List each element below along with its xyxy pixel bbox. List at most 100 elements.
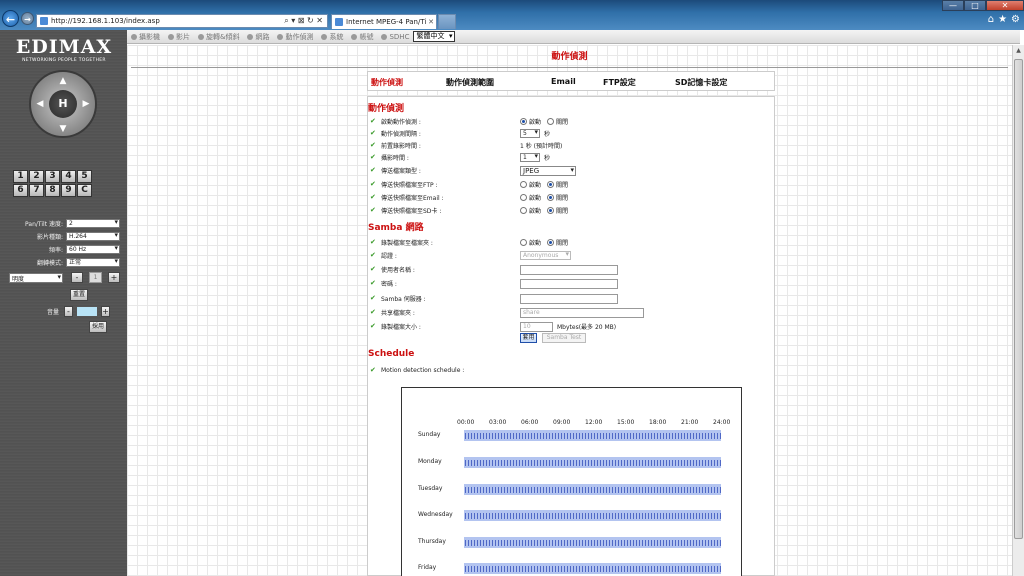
minimize-button[interactable]: — (942, 0, 964, 11)
forward-arrow-icon[interactable]: → (21, 12, 34, 25)
language-select[interactable]: 繁體中文 (413, 31, 456, 42)
auth-select[interactable]: Anonymous (520, 251, 571, 260)
preset-key-5[interactable]: 5 (77, 170, 92, 183)
back-arrow-icon[interactable]: ← (2, 10, 19, 27)
pan-right-icon[interactable]: ▶ (81, 99, 91, 109)
menu-account[interactable]: 帳號 (351, 32, 373, 42)
pan-up-icon[interactable]: ▲ (58, 76, 68, 86)
video-type-row: 影片種類: H.264 (0, 231, 127, 242)
schedule-bar-tuesday[interactable] (464, 484, 721, 495)
reset-button[interactable]: 重置 (70, 289, 88, 301)
menu-pan-tilt[interactable]: 旋轉&傾斜 (198, 32, 239, 42)
schedule-bar-sunday[interactable] (464, 430, 721, 441)
scrollbar-thumb[interactable] (1014, 59, 1023, 539)
schedule-bar-friday[interactable] (464, 563, 721, 574)
page-icon (40, 17, 48, 25)
schedule-bar-wednesday[interactable] (464, 510, 721, 521)
post-record-select[interactable]: 1 (520, 153, 540, 162)
ftp-off-radio[interactable] (547, 181, 555, 188)
flip-mode-select[interactable]: 正常 (66, 258, 120, 267)
maximize-button[interactable]: □ (964, 0, 986, 11)
samba-test-button[interactable]: Samba Test (542, 333, 586, 343)
address-controls[interactable]: ⌕ ▾ ⊠ ↻ ✕ (284, 16, 323, 26)
menu-motion-detection[interactable]: 動作偵測 (277, 32, 313, 42)
brightness-minus-button[interactable]: - (71, 272, 83, 283)
samba-record-off-radio[interactable] (547, 239, 555, 246)
volume-plus-button[interactable]: + (101, 306, 110, 317)
tab-sd-card[interactable]: SD記憶卡設定 (675, 77, 727, 88)
motion-enable-off-radio[interactable] (547, 118, 555, 125)
email-on-radio[interactable] (520, 194, 527, 201)
email-off-radio[interactable] (547, 194, 555, 201)
tab-email[interactable]: Email (551, 77, 576, 86)
preset-key-4[interactable]: 4 (61, 170, 76, 183)
share-input[interactable]: share (520, 307, 644, 318)
vertical-scrollbar[interactable]: ▲ (1012, 45, 1024, 576)
preset-key-9[interactable]: 9 (61, 184, 76, 197)
apply-button[interactable]: 採用 (89, 321, 107, 333)
camera-sidebar: EDIMAX NETWORKING PEOPLE TOGETHER ▲ ▼ ◀ … (0, 30, 127, 576)
volume-minus-button[interactable]: - (64, 306, 73, 317)
preset-key-6[interactable]: 6 (13, 184, 28, 197)
password-input[interactable] (520, 278, 618, 289)
hour-label: 18:00 (649, 419, 667, 426)
preset-key-2[interactable]: 2 (29, 170, 44, 183)
sd-off-radio[interactable] (547, 207, 555, 214)
ftp-on-radio[interactable] (520, 181, 527, 188)
file-size-input[interactable]: 10 (520, 321, 553, 332)
pan-down-icon[interactable]: ▼ (58, 124, 68, 134)
preset-key-clear[interactable]: C (77, 184, 92, 197)
favorites-star-icon[interactable]: ★ (998, 14, 1007, 25)
check-icon: ✔ (370, 180, 376, 188)
auth-row: ✔ 認證 : Anonymous (370, 250, 770, 261)
file-type-select[interactable]: JPEG (520, 165, 576, 176)
save-button[interactable]: 套用 (520, 333, 537, 343)
logo-tagline: NETWORKING PEOPLE TOGETHER (22, 58, 106, 63)
video-type-select[interactable]: H.264 (66, 232, 120, 241)
url-text[interactable]: http://192.168.1.103/index.asp (51, 17, 284, 25)
pan-left-icon[interactable]: ◀ (35, 99, 45, 109)
brightness-select[interactable]: 明度 (9, 272, 63, 283)
motion-enable-on-radio[interactable] (520, 118, 527, 125)
samba-record-on-radio[interactable] (520, 239, 527, 246)
home-icon[interactable]: ⌂ (988, 14, 994, 25)
frequency-row: 頻率: 60 Hz (0, 244, 127, 255)
tab-ftp[interactable]: FTP設定 (603, 77, 636, 88)
menu-sdhc[interactable]: SDHC (381, 33, 409, 41)
check-icon: ✔ (370, 308, 376, 316)
file-type-row: ✔ 傳送檔案類型 : JPEG (370, 165, 770, 176)
frequency-select[interactable]: 60 Hz (66, 245, 120, 254)
browser-tab[interactable]: Internet MPEG-4 Pan/Tilt ... ✕ (331, 14, 437, 29)
preset-key-3[interactable]: 3 (45, 170, 60, 183)
schedule-bar-monday[interactable] (464, 457, 721, 468)
pantilt-speed-select[interactable]: 2 (66, 219, 120, 228)
volume-level-bar[interactable] (76, 306, 98, 317)
preset-key-7[interactable]: 7 (29, 184, 44, 197)
schedule-label-row: ✔ Motion detection schedule : (370, 365, 770, 376)
pantilt-speed-row: Pan/Tilt 速度: 2 (0, 218, 127, 229)
address-bar[interactable]: http://192.168.1.103/index.asp ⌕ ▾ ⊠ ↻ ✕ (36, 14, 328, 28)
preset-key-1[interactable]: 1 (13, 170, 28, 183)
menu-network[interactable]: 網路 (247, 32, 269, 42)
interval-select[interactable]: 5 (520, 129, 540, 138)
preset-key-8[interactable]: 8 (45, 184, 60, 197)
menu-camera[interactable]: 攝影機 (131, 32, 160, 42)
brightness-plus-button[interactable]: + (108, 272, 120, 283)
menu-video[interactable]: 影片 (168, 32, 190, 42)
sd-on-radio[interactable] (520, 207, 527, 214)
scroll-up-arrow-icon[interactable]: ▲ (1013, 45, 1024, 56)
hour-label: 00:00 (457, 419, 475, 426)
schedule-bar-thursday[interactable] (464, 537, 721, 548)
server-row: ✔ Samba 伺服器 : (370, 293, 770, 304)
close-window-button[interactable]: ✕ (986, 0, 1024, 11)
username-input[interactable] (520, 264, 618, 275)
tab-close-icon[interactable]: ✕ (426, 18, 436, 26)
new-tab-button[interactable] (438, 14, 456, 29)
ptz-home-button[interactable]: H (49, 90, 77, 118)
tab-detection-area[interactable]: 動作偵測範圍 (446, 77, 494, 88)
server-input[interactable] (520, 293, 618, 304)
server-label: Samba 伺服器 : (381, 296, 426, 303)
tab-motion-detection[interactable]: 動作偵測 (371, 77, 403, 88)
menu-system[interactable]: 系統 (321, 32, 343, 42)
settings-gear-icon[interactable]: ⚙ (1011, 14, 1020, 25)
